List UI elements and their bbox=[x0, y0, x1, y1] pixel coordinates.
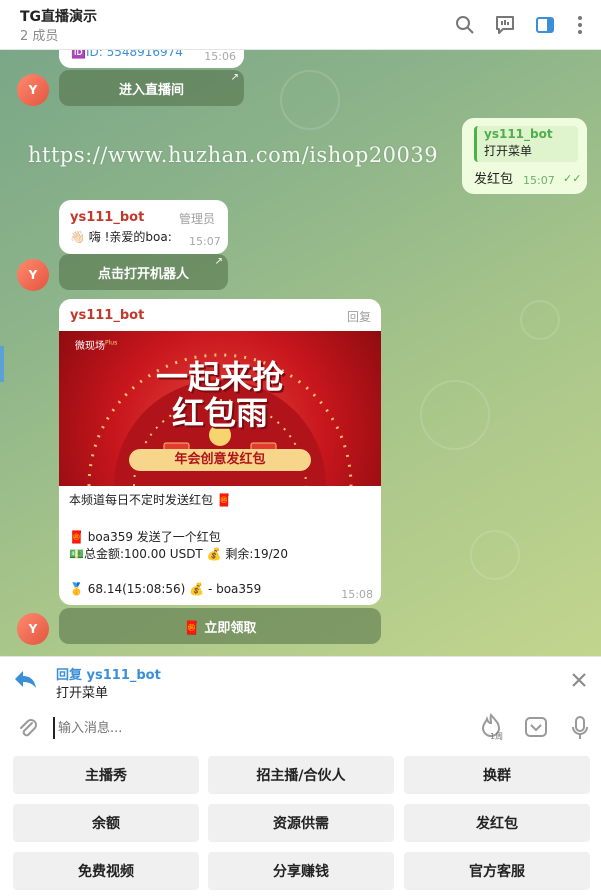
reply-preview-title: 回复 ys111_bot bbox=[56, 668, 161, 683]
red-packet-message-bubble[interactable]: ys111_bot 回复 微现场Plus 一起来抢 红包雨 年会创意发红包 本频… bbox=[59, 299, 381, 605]
bot-keyboard-icon[interactable] bbox=[524, 715, 548, 743]
bot-avatar[interactable]: Y bbox=[17, 259, 49, 291]
wallpaper-doodle bbox=[420, 380, 490, 450]
message-text: 本频道每日不定时发送红包 🧧 bbox=[69, 493, 232, 507]
enter-live-room-button[interactable]: 进入直播间 ↗ bbox=[59, 70, 244, 106]
keyboard-button-support[interactable]: 官方客服 bbox=[404, 852, 590, 890]
bot-avatar[interactable]: Y bbox=[17, 74, 49, 106]
message-input[interactable] bbox=[53, 717, 453, 739]
red-packet-banner-image[interactable]: 微现场Plus 一起来抢 红包雨 年会创意发红包 bbox=[59, 331, 381, 486]
banner-headline: 一起来抢 红包雨 bbox=[155, 358, 284, 432]
bot-reply-keyboard: 主播秀 招主播/合伙人 换群 余额 资源供需 发红包 免费视频 分享赚钱 官方客… bbox=[0, 752, 601, 896]
reply-arrow-icon bbox=[13, 669, 37, 693]
reply-preview-bar[interactable]: 回复 ys111_bot 打开菜单 bbox=[0, 656, 601, 702]
sidebar-toggle-icon[interactable] bbox=[532, 12, 558, 38]
user-id-text: 🆔ID: 5548916974 bbox=[71, 50, 183, 59]
banner-ribbon-text: 年会创意发红包 bbox=[174, 452, 266, 467]
wallpaper-doodle bbox=[520, 300, 560, 340]
reply-link[interactable]: 回复 bbox=[347, 308, 371, 325]
message-time: 15:08 bbox=[341, 588, 373, 601]
keyboard-button-host-show[interactable]: 主播秀 bbox=[13, 756, 199, 794]
message-text: 发红包 bbox=[474, 172, 514, 187]
keyboard-button-resources[interactable]: 资源供需 bbox=[208, 804, 394, 842]
wallpaper-doodle bbox=[470, 530, 520, 580]
keyboard-button-share-earn[interactable]: 分享赚钱 bbox=[208, 852, 394, 890]
button-label: 点击打开机器人 bbox=[97, 266, 189, 282]
reply-quote[interactable]: ys111_bot 打开菜单 bbox=[474, 126, 578, 162]
close-icon[interactable] bbox=[569, 670, 589, 690]
sender-name[interactable]: ys111_bot bbox=[70, 308, 144, 323]
external-link-icon: ↗ bbox=[214, 256, 223, 267]
button-label: 进入直播间 bbox=[118, 82, 184, 98]
claim-red-packet-button[interactable]: 🧧 立即领取 bbox=[59, 608, 381, 644]
attach-icon[interactable] bbox=[16, 716, 38, 742]
open-bot-button[interactable]: 点击打开机器人 ↗ bbox=[59, 254, 228, 290]
reply-quote-sender: ys111_bot bbox=[484, 127, 553, 141]
boost-timer-label: 1周 bbox=[490, 732, 504, 741]
selection-indicator bbox=[0, 346, 4, 382]
message-time: 15:07 bbox=[523, 174, 555, 187]
external-link-icon: ↗ bbox=[230, 72, 239, 83]
banner-brand: 微现场Plus bbox=[75, 339, 118, 352]
reply-preview-text: 打开菜单 bbox=[56, 686, 109, 701]
message-bubble[interactable]: ys111_bot 管理员 👋🏻 嗨 !亲爱的boa: 15:07 bbox=[59, 200, 228, 254]
chat-title[interactable]: TG直播演示 bbox=[20, 6, 97, 26]
message-text: 🧧 boa359 发送了一个红包 bbox=[69, 530, 221, 544]
member-count: 2 成员 bbox=[20, 29, 59, 44]
more-vertical-icon[interactable] bbox=[567, 12, 593, 38]
message-time: 15:07 bbox=[189, 235, 221, 248]
chat-header: TG直播演示 2 成员 bbox=[0, 0, 601, 50]
keyboard-button-balance[interactable]: 余额 bbox=[13, 804, 199, 842]
message-text: 💵总金额:100.00 USDT 💰 剩余:19/20 bbox=[69, 547, 288, 561]
microphone-icon[interactable] bbox=[570, 715, 590, 745]
message-text: 👋🏻 嗨 !亲爱的boa: bbox=[70, 230, 172, 244]
message-bubble[interactable]: 🆔ID: 5548916974 15:06 bbox=[59, 50, 244, 68]
boost-timer-icon[interactable]: 1周 bbox=[479, 712, 509, 743]
bot-avatar[interactable]: Y bbox=[17, 613, 49, 645]
message-composer: 1周 bbox=[0, 702, 601, 752]
message-list[interactable]: 🆔ID: 5548916974 15:06 Y 进入直播间 ↗ ys111_bo… bbox=[0, 50, 601, 656]
admin-badge: 管理员 bbox=[179, 212, 216, 226]
read-checkmarks-icon: ✓✓ bbox=[563, 172, 582, 185]
comments-icon[interactable] bbox=[492, 12, 518, 38]
keyboard-button-switch-group[interactable]: 换群 bbox=[404, 756, 590, 794]
message-text: 🥇 68.14(15:08:56) 💰 - boa359 bbox=[69, 582, 262, 596]
keyboard-button-recruit[interactable]: 招主播/合伙人 bbox=[208, 756, 394, 794]
keyboard-button-free-video[interactable]: 免费视频 bbox=[13, 852, 199, 890]
keyboard-button-send-red-packet[interactable]: 发红包 bbox=[404, 804, 590, 842]
message-time: 15:06 bbox=[204, 50, 236, 63]
reply-quote-text: 打开菜单 bbox=[484, 144, 533, 158]
sender-name[interactable]: ys111_bot bbox=[70, 210, 144, 225]
wallpaper-doodle bbox=[280, 70, 340, 130]
watermark-text: https://www.huzhan.com/ishop20039 bbox=[28, 143, 439, 167]
search-icon[interactable] bbox=[452, 12, 478, 38]
outgoing-message-bubble[interactable]: ys111_bot 打开菜单 发红包 15:07 ✓✓ bbox=[462, 118, 587, 194]
